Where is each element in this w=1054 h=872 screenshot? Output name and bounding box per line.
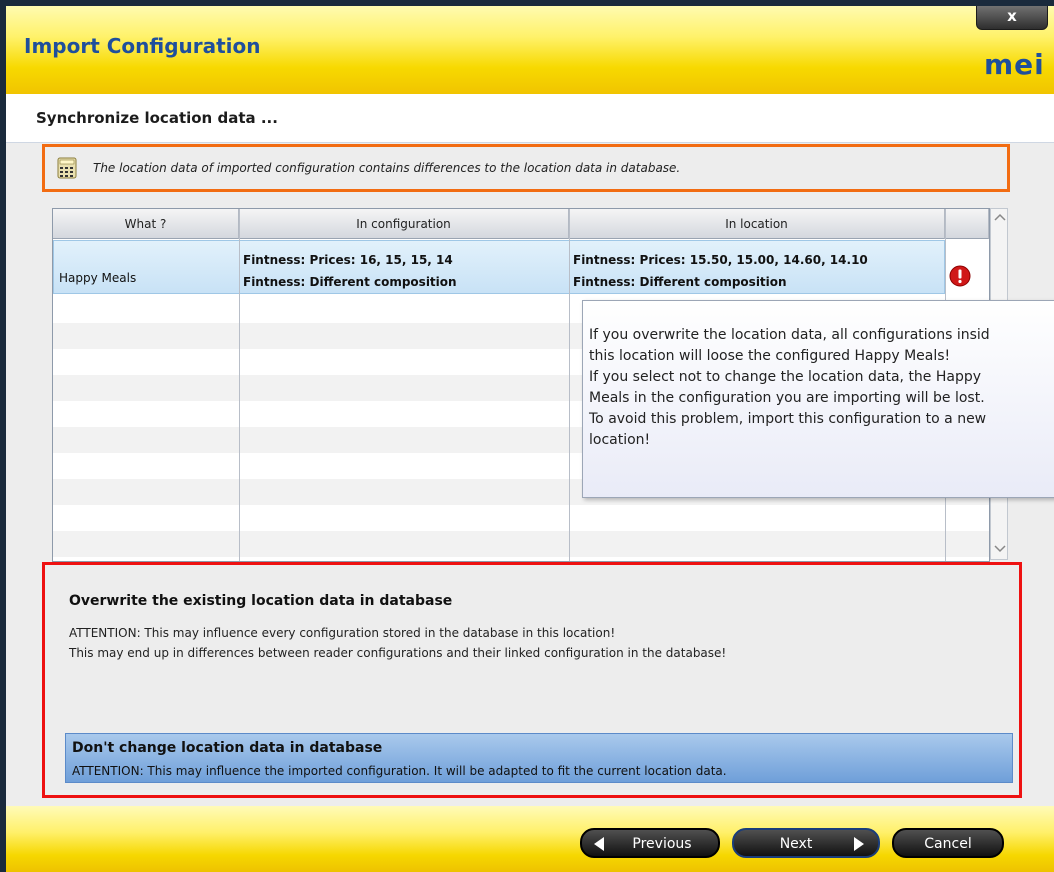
notice-text: The location data of imported configurat… <box>93 161 681 175</box>
row-location-line2: Fintness: Different composition <box>573 275 787 289</box>
column-divider <box>569 209 570 561</box>
column-divider <box>239 209 240 561</box>
scroll-up-icon[interactable] <box>994 213 1006 221</box>
column-header-in-configuration[interactable]: In configuration <box>239 209 569 239</box>
cancel-label: Cancel <box>924 836 972 852</box>
title-bar: Import Configuration x mei <box>6 6 1054 94</box>
next-button[interactable]: Next <box>732 828 880 858</box>
error-icon[interactable] <box>949 265 971 287</box>
option-keep-description: ATTENTION: This may influence the import… <box>72 764 727 778</box>
difference-notice: The location data of imported configurat… <box>42 144 1010 192</box>
close-button[interactable]: x <box>976 6 1048 30</box>
previous-label: Previous <box>632 836 692 852</box>
option-keep-location-data[interactable]: Don't change location data in database A… <box>65 733 1013 783</box>
column-header-status <box>945 209 989 239</box>
option-overwrite-line2: This may end up in differences between r… <box>69 646 727 660</box>
step-title: Synchronize location data ... <box>36 109 278 127</box>
arrow-right-icon <box>854 837 864 851</box>
cancel-button[interactable]: Cancel <box>892 828 1004 858</box>
sync-options: Overwrite the existing location data in … <box>42 562 1022 798</box>
option-overwrite-line1: ATTENTION: This may influence every conf… <box>69 626 616 640</box>
table-row-selected[interactable] <box>53 240 945 294</box>
row-config-line2: Fintness: Different composition <box>243 275 457 289</box>
arrow-left-icon <box>594 837 604 851</box>
row-location-line1: Fintness: Prices: 15.50, 15.00, 14.60, 1… <box>573 253 868 267</box>
mei-logo: mei <box>984 48 1045 81</box>
warning-tooltip: If you overwrite the location data, all … <box>582 300 1054 498</box>
tooltip-text: If you overwrite the location data, all … <box>589 327 990 448</box>
window-title: Import Configuration <box>24 34 261 58</box>
row-what: Happy Meals <box>59 271 137 285</box>
option-keep-title: Don't change location data in database <box>72 740 383 756</box>
row-config-line1: Fintness: Prices: 16, 15, 15, 14 <box>243 253 453 267</box>
column-header-in-location[interactable]: In location <box>569 209 945 239</box>
option-overwrite-title[interactable]: Overwrite the existing location data in … <box>69 593 452 609</box>
scroll-down-icon[interactable] <box>994 545 1006 553</box>
calculator-icon <box>57 157 77 179</box>
column-header-what[interactable]: What ? <box>53 209 239 239</box>
subheader: Synchronize location data ... <box>6 94 1054 143</box>
option-overwrite-description[interactable]: ATTENTION: This may influence every conf… <box>69 623 726 663</box>
previous-button[interactable]: Previous <box>580 828 720 858</box>
footer-bar: Previous Next Cancel <box>6 806 1054 872</box>
table-row-empty <box>53 531 989 557</box>
next-label: Next <box>779 836 813 852</box>
import-configuration-window: Import Configuration x mei Synchronize l… <box>6 6 1054 872</box>
